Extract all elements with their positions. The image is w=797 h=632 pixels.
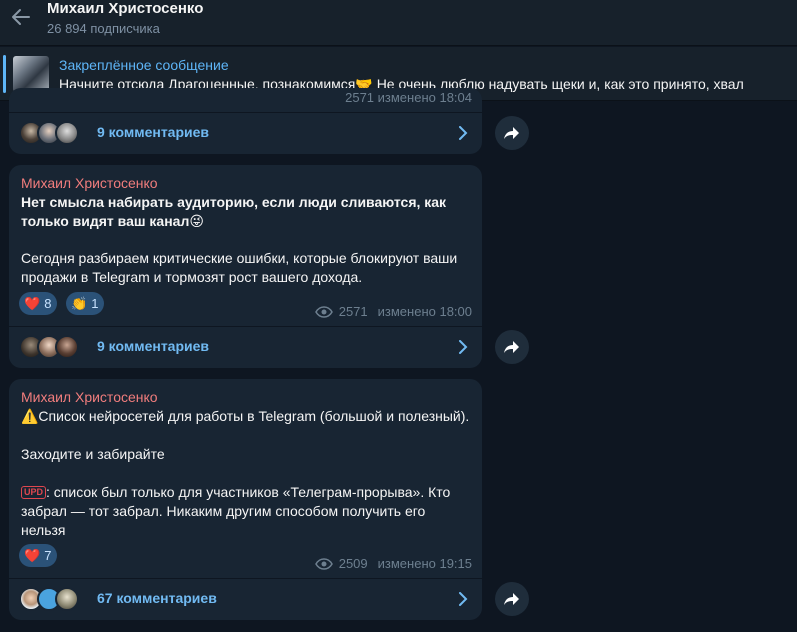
partial-meta-text: 2571 изменено 18:04 <box>345 90 472 105</box>
channel-name[interactable]: Михаил Христосенко <box>47 0 203 17</box>
message-title: Нет смысла набирать аудиторию, если люди… <box>21 194 447 229</box>
reaction-heart[interactable]: ❤️ 7 <box>19 544 58 567</box>
message-line-1: ⚠️Список нейросетей для работы в Telegra… <box>21 408 470 424</box>
eye-icon <box>314 305 333 318</box>
message-meta: 2571 изменено 18:00 <box>314 304 472 319</box>
message-bubble: Михаил Христосенко ⚠️Список нейросетей д… <box>9 379 482 620</box>
edited-time: изменено 19:15 <box>377 556 472 571</box>
view-count: 2509 <box>338 556 368 571</box>
message-body: Сегодня разбираем критические ошибки, ко… <box>21 250 458 285</box>
reaction-count: 8 <box>44 296 52 311</box>
chevron-right-icon <box>459 592 468 606</box>
back-arrow-icon[interactable] <box>10 6 32 28</box>
message-bubble: Михаил Христосенко Нет смысла набирать а… <box>9 165 482 368</box>
share-arrow-icon <box>504 341 519 353</box>
comments-button[interactable]: 9 комментариев <box>9 113 482 153</box>
avatar <box>55 121 79 145</box>
clap-icon: 👏 <box>71 295 88 311</box>
reaction-count: 1 <box>91 296 99 311</box>
chevron-right-icon <box>459 340 468 354</box>
message-line-3-text: : список был только для участников «Теле… <box>21 484 451 538</box>
share-arrow-icon <box>504 127 519 139</box>
share-button[interactable] <box>495 116 529 150</box>
chat-header: Михаил Христосенко 26 894 подписчика <box>0 0 797 46</box>
chevron-right-icon <box>459 126 468 140</box>
upd-badge: UPD <box>21 486 47 499</box>
comments-count: 9 комментариев <box>97 338 210 354</box>
pinned-indicator <box>3 55 6 93</box>
commenter-avatars <box>19 335 89 359</box>
comments-button[interactable]: 9 комментариев <box>9 327 482 367</box>
comments-count: 9 комментариев <box>97 124 210 140</box>
heart-icon: ❤️ <box>24 295 41 311</box>
message-line-2: Заходите и забирайте <box>21 446 165 462</box>
eye-icon <box>314 557 333 570</box>
edited-time: изменено 18:00 <box>377 304 472 319</box>
sender-name[interactable]: Михаил Христосенко <box>21 175 158 191</box>
message-meta: 2509 изменено 19:15 <box>314 556 472 571</box>
reaction-clap[interactable]: 👏 1 <box>66 292 105 315</box>
share-button[interactable] <box>495 330 529 364</box>
avatar <box>55 587 79 611</box>
view-count: 2571 <box>338 304 368 319</box>
message-meta-partial: 2571 изменено 18:04 <box>345 90 472 105</box>
comments-button[interactable]: 67 комментариев <box>9 579 482 619</box>
commenter-avatars <box>19 587 89 611</box>
pinned-title: Закреплённое сообщение <box>59 57 229 73</box>
pinned-thumbnail <box>13 56 49 92</box>
message-line-3: UPD: список был только для участников «Т… <box>21 483 471 540</box>
reaction-heart[interactable]: ❤️ 8 <box>19 292 58 315</box>
commenter-avatars <box>19 121 89 145</box>
message-bubble: 2571 изменено 18:04 9 комментариев <box>9 88 482 154</box>
comments-count: 67 комментариев <box>97 590 217 606</box>
share-button[interactable] <box>495 582 529 616</box>
avatar <box>55 335 79 359</box>
sender-name[interactable]: Михаил Христосенко <box>21 389 158 405</box>
subscriber-count: 26 894 подписчика <box>47 21 160 36</box>
reaction-count: 7 <box>44 548 52 563</box>
heart-icon: ❤️ <box>24 547 41 563</box>
share-arrow-icon <box>504 593 519 605</box>
